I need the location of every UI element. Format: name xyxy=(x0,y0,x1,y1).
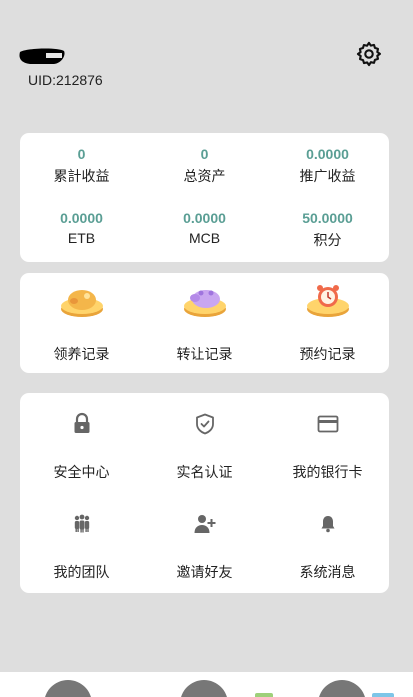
menu-label: 我的银行卡 xyxy=(292,464,363,480)
security-center-button[interactable]: 安全中心 xyxy=(20,412,143,482)
stat-label: 推广收益 xyxy=(299,168,356,184)
stat-value: 0.0000 xyxy=(183,210,226,226)
stat-label: MCB xyxy=(188,230,221,246)
system-messages-button[interactable]: 系统消息 xyxy=(266,512,389,582)
stat-value: 0.0000 xyxy=(60,210,103,226)
nav-tab-2[interactable] xyxy=(180,680,228,697)
stat-label: 积分 xyxy=(313,232,342,248)
stat-points: 50.0000 积分 xyxy=(266,209,389,250)
stat-promotion-earnings: 0.0000 推广收益 xyxy=(266,145,389,186)
profile-header: UID:212876 xyxy=(0,0,413,120)
menu-label: 安全中心 xyxy=(53,464,110,480)
stat-label: 累計收益 xyxy=(53,168,110,184)
stats-card: 0 累計收益 0 总资产 0.0000 推广收益 0.0000 ETB 0.00… xyxy=(20,133,389,262)
menu-label: 系统消息 xyxy=(299,564,356,580)
piggy-coin-icon xyxy=(60,290,103,317)
add-user-icon xyxy=(194,515,215,533)
stat-value: 0 xyxy=(200,146,209,162)
stat-etb: 0.0000 ETB xyxy=(20,209,143,246)
real-name-verification-button[interactable]: 实名认证 xyxy=(143,412,266,482)
alarm-clock-icon xyxy=(306,285,349,317)
lock-icon xyxy=(74,412,89,433)
reservation-records-button[interactable]: 预约记录 xyxy=(266,283,389,364)
shield-check-icon xyxy=(195,413,214,435)
nav-tab-1[interactable] xyxy=(44,680,92,697)
my-team-button[interactable]: 我的团队 xyxy=(20,512,143,582)
menu-label: 实名认证 xyxy=(176,464,233,480)
pig-transfer-icon xyxy=(183,290,226,317)
invite-friends-button[interactable]: 邀请好友 xyxy=(143,512,266,582)
menu-card: 安全中心 实名认证 我的银行卡 我的团队 邀请好友 系统消息 xyxy=(20,393,389,593)
records-card: 领养记录 转让记录 预约记录 xyxy=(20,273,389,373)
menu-label: 邀请好友 xyxy=(176,564,233,580)
menu-label: 我的团队 xyxy=(53,564,110,580)
stat-total-assets: 0 总资产 xyxy=(143,145,266,186)
transfer-records-button[interactable]: 转让记录 xyxy=(143,283,266,364)
record-label: 领养记录 xyxy=(53,346,110,362)
stat-cumulative-earnings: 0 累計收益 xyxy=(20,145,143,186)
team-icon xyxy=(74,514,89,533)
redacted-username xyxy=(19,48,65,64)
stat-value: 0 xyxy=(77,146,86,162)
adoption-records-button[interactable]: 领养记录 xyxy=(20,283,143,364)
record-label: 预约记录 xyxy=(299,346,356,362)
stat-label: 总资产 xyxy=(183,168,226,184)
nav-tab-3[interactable] xyxy=(318,680,366,697)
bank-card-icon xyxy=(317,415,338,433)
stat-label: ETB xyxy=(67,230,96,246)
settings-gear-icon[interactable] xyxy=(355,40,383,68)
record-label: 转让记录 xyxy=(176,346,233,362)
stat-mcb: 0.0000 MCB xyxy=(143,209,266,246)
stat-value: 50.0000 xyxy=(302,210,353,226)
nav-decoration xyxy=(372,693,394,697)
bottom-nav-bar xyxy=(0,672,413,697)
stat-value: 0.0000 xyxy=(306,146,349,162)
my-bank-card-button[interactable]: 我的银行卡 xyxy=(266,412,389,482)
user-id: UID:212876 xyxy=(28,72,103,88)
nav-decoration xyxy=(255,693,273,697)
bell-icon xyxy=(321,516,334,533)
